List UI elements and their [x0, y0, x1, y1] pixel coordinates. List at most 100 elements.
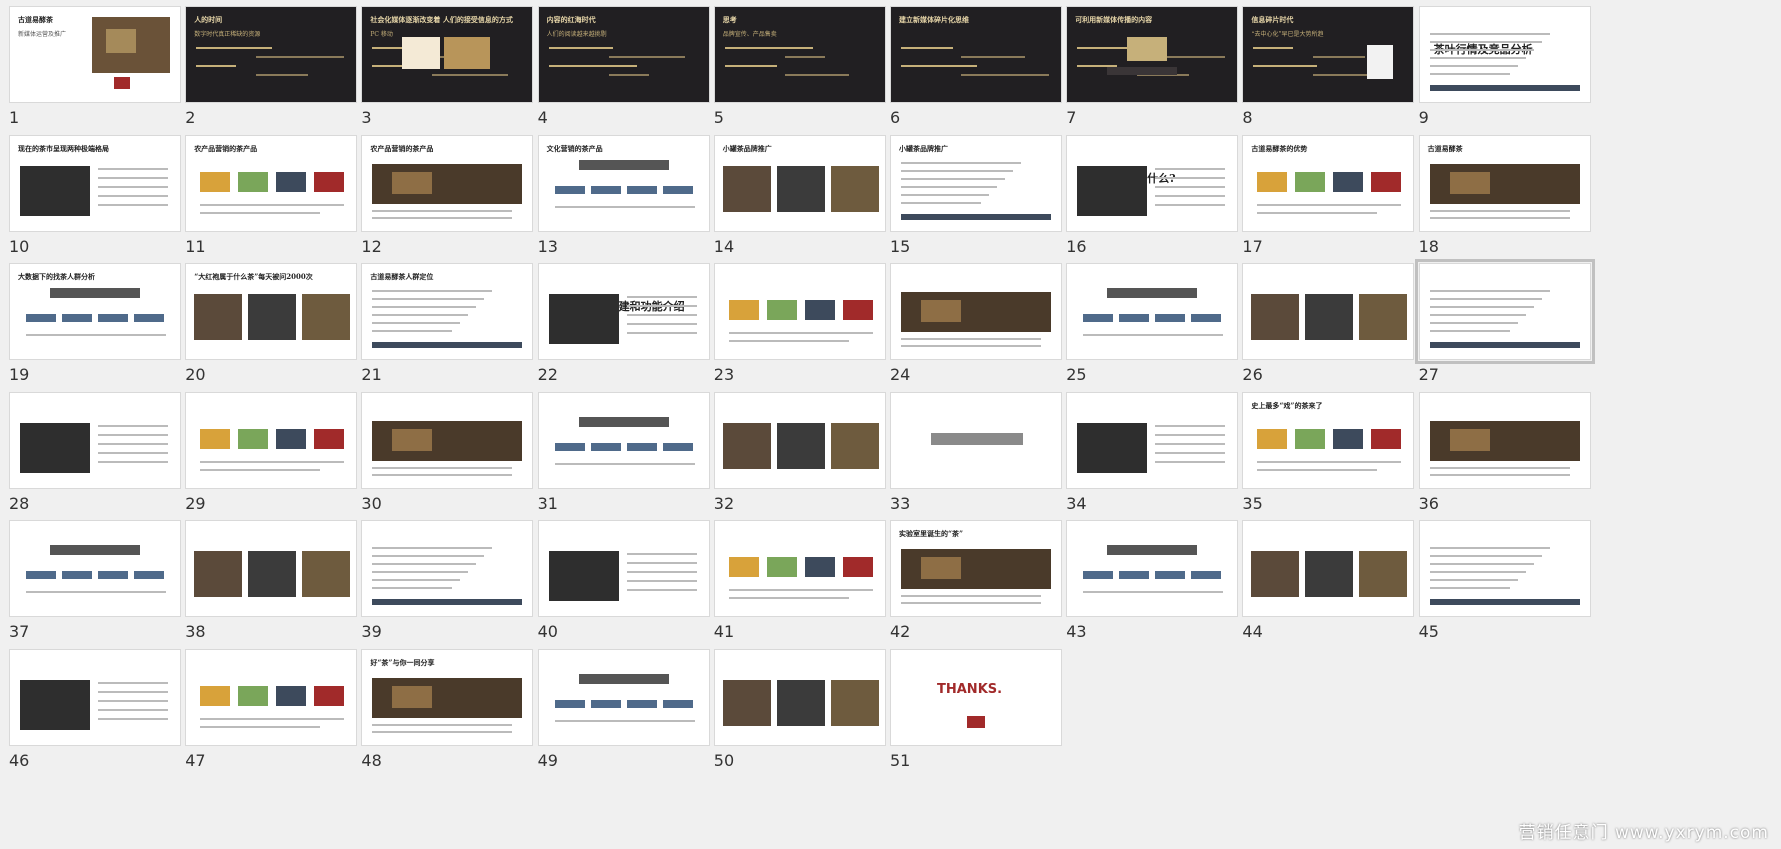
slide-thumbnail-37[interactable]: 37: [0, 514, 200, 654]
slide-preview[interactable]: 社会化媒体逐渐改变着 人们的接受信息的方式 PC 移动: [361, 6, 534, 103]
slide-preview[interactable]: [185, 391, 358, 489]
slide-preview[interactable]: [1242, 520, 1415, 617]
slide-thumbnail-51[interactable]: THANKS. 51: [881, 643, 1081, 783]
slide-thumbnail-3[interactable]: 社会化媒体逐渐改变着 人们的接受信息的方式 PC 移动 3: [352, 0, 552, 140]
slide-thumbnail-41[interactable]: 41: [705, 514, 905, 654]
slide-thumbnail-47[interactable]: 47: [176, 643, 376, 783]
slide-preview[interactable]: 好“茶”与你一同分享: [361, 648, 534, 746]
slide-preview[interactable]: [713, 648, 886, 746]
slide-preview[interactable]: THANKS.: [890, 648, 1062, 746]
slide-thumbnail-50[interactable]: 50: [705, 643, 905, 783]
slide-thumbnail-34[interactable]: 34: [1057, 386, 1257, 526]
slide-preview[interactable]: 小罐茶品牌推广: [890, 134, 1062, 232]
slide-preview[interactable]: [9, 648, 181, 746]
slide-thumbnail-1[interactable]: 古道易酵茶 新媒体运营及推广 1: [0, 0, 200, 140]
slide-thumbnail-20[interactable]: “大红袍属于什么茶”每天被问2000次 20: [176, 257, 376, 397]
slide-thumbnail-5[interactable]: 思考 品牌宣传、产品售卖 5: [705, 0, 905, 140]
slide-preview[interactable]: [1066, 391, 1239, 489]
slide-preview[interactable]: “大红袍属于什么茶”每天被问2000次: [185, 263, 358, 360]
slide-preview[interactable]: [1066, 263, 1239, 360]
slide-thumbnail-42[interactable]: 实验室里诞生的“茶” 42: [881, 514, 1081, 654]
slide-preview[interactable]: [361, 520, 534, 617]
slide-preview[interactable]: 文化营销的茶产品: [537, 134, 710, 232]
slide-preview[interactable]: 微信及商城搭建和功能介绍: [537, 263, 710, 360]
slide-thumbnail-10[interactable]: 现在的茶市呈现两种极端格局 10: [0, 129, 200, 269]
slide-preview[interactable]: [713, 391, 886, 489]
slide-preview[interactable]: [1418, 391, 1591, 489]
slide-thumbnail-48[interactable]: 好“茶”与你一同分享 48: [352, 643, 552, 783]
slide-thumbnail-15[interactable]: 小罐茶品牌推广 15: [881, 129, 1081, 269]
slide-thumbnail-29[interactable]: 29: [176, 386, 376, 526]
slide-preview[interactable]: 人的时间 数字时代真正稀缺的资源: [185, 6, 358, 103]
slide-thumbnail-43[interactable]: 43: [1057, 514, 1257, 654]
slide-preview[interactable]: [1066, 520, 1239, 617]
slide-preview[interactable]: 古道易酵茶人群定位: [361, 263, 534, 360]
slide-thumbnail-49[interactable]: 49: [529, 643, 729, 783]
slide-preview[interactable]: [9, 391, 181, 489]
slide-thumbnail-7[interactable]: 可利用新媒体传播的内容 7: [1057, 0, 1257, 140]
slide-thumbnail-19[interactable]: 大数据下的找茶人群分析 19: [0, 257, 200, 397]
slide-thumbnail-46[interactable]: 46: [0, 643, 200, 783]
slide-preview[interactable]: [1414, 259, 1595, 364]
slide-preview[interactable]: [713, 263, 886, 360]
slide-preview[interactable]: 信息碎片时代 “去中心化”早已是大势所趋: [1242, 6, 1415, 103]
slide-preview[interactable]: 小罐茶品牌推广: [713, 134, 886, 232]
slide-preview[interactable]: 古道易酵茶: [1418, 134, 1591, 232]
slide-preview[interactable]: [1418, 520, 1591, 617]
slide-thumbnail-25[interactable]: 25: [1057, 257, 1257, 397]
slide-preview[interactable]: [185, 520, 358, 617]
slide-thumbnail-4[interactable]: 内容的红海时代 人们的阅读越来越挑剔 4: [529, 0, 729, 140]
slide-preview[interactable]: [185, 648, 358, 746]
slide-thumbnail-13[interactable]: 文化营销的茶产品 13: [529, 129, 729, 269]
slide-preview[interactable]: [890, 391, 1062, 489]
slide-thumbnail-18[interactable]: 古道易酵茶 18: [1410, 129, 1610, 269]
slide-preview[interactable]: 可利用新媒体传播的内容: [1066, 6, 1239, 103]
slide-thumbnail-24[interactable]: 24: [881, 257, 1081, 397]
slide-thumbnail-2[interactable]: 人的时间 数字时代真正稀缺的资源 2: [176, 0, 376, 140]
slide-thumbnail-35[interactable]: 史上最多“戏”的茶来了 35: [1233, 386, 1433, 526]
slide-thumbnail-44[interactable]: 44: [1233, 514, 1433, 654]
slide-preview[interactable]: 古道易酵茶 新媒体运营及推广: [9, 6, 181, 103]
slide-thumbnail-31[interactable]: 31: [529, 386, 729, 526]
slide-thumbnail-28[interactable]: 28: [0, 386, 200, 526]
slide-preview[interactable]: 内容的红海时代 人们的阅读越来越挑剔: [537, 6, 710, 103]
slide-preview[interactable]: 古道易酵茶的优势: [1242, 134, 1415, 232]
slide-preview[interactable]: [890, 263, 1062, 360]
slide-thumbnail-6[interactable]: 建立新媒体碎片化思维 6: [881, 0, 1081, 140]
slide-preview[interactable]: 大数据下的找茶人群分析: [9, 263, 181, 360]
slide-thumbnail-14[interactable]: 小罐茶品牌推广 14: [705, 129, 905, 269]
slide-preview[interactable]: 农产品营销的茶产品: [185, 134, 358, 232]
slide-thumbnail-45[interactable]: 45: [1410, 514, 1610, 654]
slide-thumbnail-40[interactable]: 40: [529, 514, 729, 654]
slide-preview[interactable]: 古道易酵茶是什么?: [1066, 134, 1239, 232]
slide-preview[interactable]: 思考 品牌宣传、产品售卖: [713, 6, 886, 103]
slide-thumbnail-39[interactable]: 39: [352, 514, 552, 654]
slide-preview[interactable]: [713, 520, 886, 617]
slide-thumbnail-38[interactable]: 38: [176, 514, 376, 654]
slide-thumbnail-17[interactable]: 古道易酵茶的优势 17: [1233, 129, 1433, 269]
slide-thumbnail-30[interactable]: 30: [352, 386, 552, 526]
slide-thumbnail-21[interactable]: 古道易酵茶人群定位 21: [352, 257, 552, 397]
slide-thumbnail-11[interactable]: 农产品营销的茶产品 11: [176, 129, 376, 269]
slide-thumbnail-16[interactable]: 古道易酵茶是什么? 16: [1057, 129, 1257, 269]
slide-thumbnail-33[interactable]: 33: [881, 386, 1081, 526]
slide-thumbnail-12[interactable]: 农产品营销的茶产品 12: [352, 129, 552, 269]
slide-thumbnail-26[interactable]: 26: [1233, 257, 1433, 397]
slide-thumbnail-8[interactable]: 信息碎片时代 “去中心化”早已是大势所趋 8: [1233, 0, 1433, 140]
slide-preview[interactable]: [9, 520, 181, 617]
slide-preview[interactable]: 建立新媒体碎片化思维: [890, 6, 1062, 103]
slide-thumbnail-22[interactable]: 微信及商城搭建和功能介绍 22: [529, 257, 729, 397]
slide-preview[interactable]: [537, 391, 710, 489]
slide-thumbnail-27[interactable]: 27: [1410, 257, 1610, 397]
slide-preview[interactable]: [1242, 263, 1415, 360]
slide-thumbnail-9[interactable]: 茶叶行情及竞品分析 9: [1410, 0, 1610, 140]
slide-preview[interactable]: 茶叶行情及竞品分析: [1418, 6, 1591, 103]
slide-preview[interactable]: 农产品营销的茶产品: [361, 134, 534, 232]
slide-thumbnail-23[interactable]: 23: [705, 257, 905, 397]
slide-preview[interactable]: 现在的茶市呈现两种极端格局: [9, 134, 181, 232]
slide-thumbnail-32[interactable]: 32: [705, 386, 905, 526]
slide-preview[interactable]: [361, 391, 534, 489]
slide-preview[interactable]: 史上最多“戏”的茶来了: [1242, 391, 1415, 489]
slide-preview[interactable]: [537, 648, 710, 746]
slide-preview[interactable]: 实验室里诞生的“茶”: [890, 520, 1062, 617]
